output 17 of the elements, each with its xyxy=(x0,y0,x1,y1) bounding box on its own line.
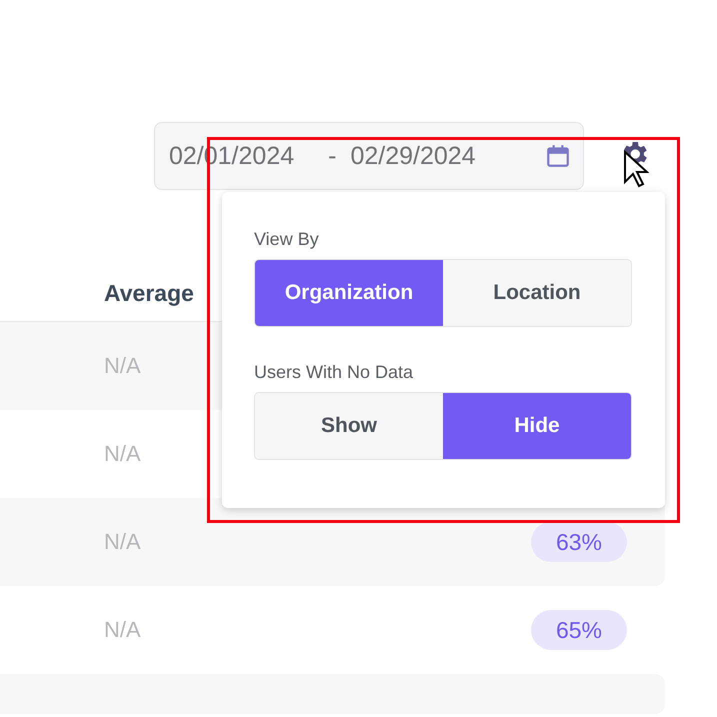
end-date: 02/29/2024 xyxy=(350,142,476,170)
segment-option[interactable]: Hide xyxy=(443,393,631,459)
calendar-icon[interactable] xyxy=(545,143,571,169)
cursor-icon xyxy=(623,150,649,188)
table-cell: N/A xyxy=(104,529,141,555)
group-label: Users With No Data xyxy=(254,362,414,383)
group-label: View By xyxy=(254,229,320,250)
table-cell: N/A xyxy=(104,441,141,467)
segment-option[interactable]: Show xyxy=(255,393,443,459)
date-separator: - xyxy=(328,142,336,170)
percent-badge: 63% xyxy=(531,522,627,562)
segment-option[interactable]: Organization xyxy=(255,260,443,326)
percent-badge: 65% xyxy=(531,610,627,650)
table-cell: N/A xyxy=(104,353,141,379)
segment-option[interactable]: Location xyxy=(443,260,631,326)
column-header: Average xyxy=(104,280,194,306)
table-cell: N/A xyxy=(104,617,141,643)
